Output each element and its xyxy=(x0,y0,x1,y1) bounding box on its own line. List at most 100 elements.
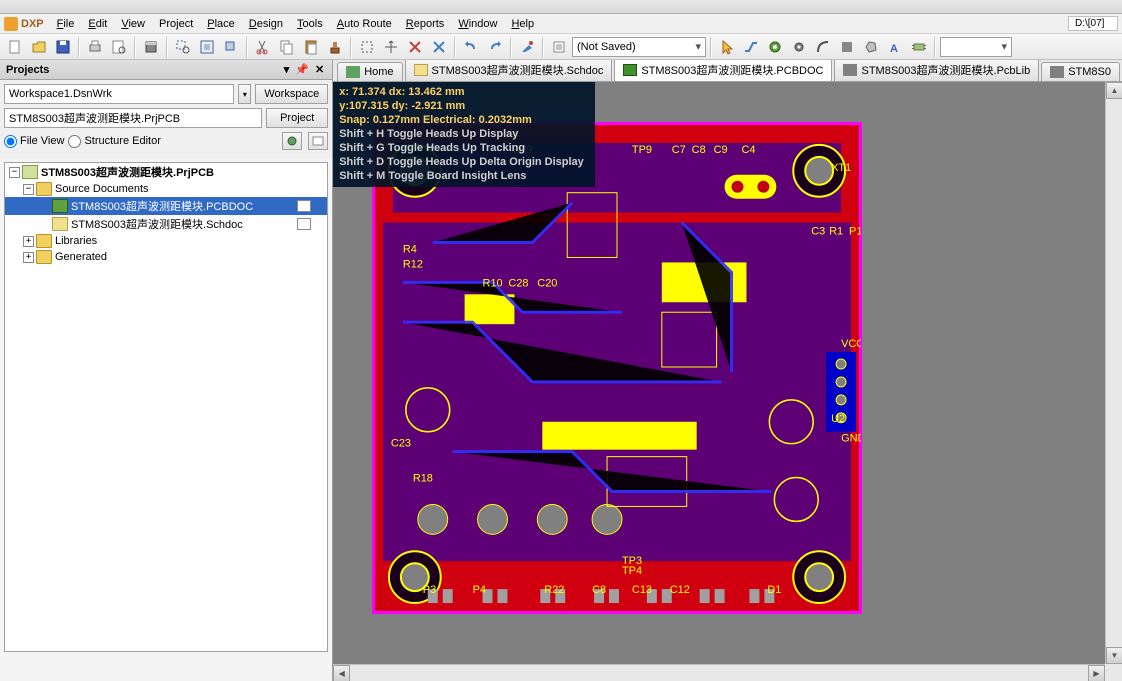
panel-option2-button[interactable] xyxy=(308,132,328,150)
library-button[interactable] xyxy=(140,36,162,58)
tree-label: Source Documents xyxy=(55,183,149,195)
file-view-radio[interactable]: File View xyxy=(4,135,64,148)
via-button[interactable] xyxy=(788,36,810,58)
print-button[interactable] xyxy=(84,36,106,58)
menu-reports[interactable]: Reports xyxy=(399,16,452,32)
filter-combo[interactable]: (Not Saved) ▾ xyxy=(572,37,706,57)
deselect-button[interactable] xyxy=(404,36,426,58)
project-input[interactable] xyxy=(4,108,262,128)
design-rules-button[interactable] xyxy=(548,36,570,58)
cursor-button[interactable] xyxy=(716,36,738,58)
scroll-right-button[interactable]: ▶ xyxy=(1088,665,1105,681)
collapse-icon[interactable]: − xyxy=(23,184,34,195)
svg-text:C12: C12 xyxy=(670,584,690,596)
project-button[interactable]: Project xyxy=(266,108,328,128)
redo-button[interactable] xyxy=(484,36,506,58)
track-button[interactable] xyxy=(740,36,762,58)
hud-hint-h: Shift + H Toggle Heads Up Display xyxy=(339,127,587,141)
projects-panel-title: Projects xyxy=(6,64,49,76)
crossprobe-button[interactable] xyxy=(516,36,538,58)
svg-text:P4: P4 xyxy=(473,584,486,596)
menu-file[interactable]: File xyxy=(50,16,82,32)
pcb-board[interactable]: C29TP9C7C8C9C4 XT1 R4R12 R10C28C20 C3R1P… xyxy=(372,122,862,614)
workspace-button[interactable]: Workspace xyxy=(255,84,328,104)
arc-button[interactable] xyxy=(812,36,834,58)
tab-schdoc[interactable]: STM8S003超声波测距模块.Schdoc xyxy=(405,60,613,81)
grid-combo[interactable]: ▾ xyxy=(940,37,1012,57)
tab-pcbdoc[interactable]: STM8S003超声波测距模块.PCBDOC xyxy=(614,60,832,81)
menu-window[interactable]: Window xyxy=(451,16,504,32)
projects-panel-header: Projects ▾ 📌 ✕ xyxy=(0,60,332,80)
panel-pin-icon[interactable]: 📌 xyxy=(293,63,311,76)
fill-button[interactable] xyxy=(836,36,858,58)
pcb-canvas[interactable]: C29TP9C7C8C9C4 XT1 R4R12 R10C28C20 C3R1P… xyxy=(333,82,1122,681)
scroll-down-button[interactable]: ▼ xyxy=(1106,647,1122,664)
tab-label: STM8S003超声波测距模块.PcbLib xyxy=(861,62,1030,78)
tab-label: STM8S0 xyxy=(1068,66,1111,78)
menu-autoroute[interactable]: Auto Route xyxy=(330,16,399,32)
move-button[interactable] xyxy=(380,36,402,58)
tree-pcbdoc[interactable]: STM8S003超声波测距模块.PCBDOC xyxy=(5,197,327,215)
select-button[interactable] xyxy=(356,36,378,58)
expand-icon[interactable]: + xyxy=(23,236,34,247)
project-tree[interactable]: − STM8S003超声波测距模块.PrjPCB − Source Docume… xyxy=(4,162,328,652)
svg-text:D1: D1 xyxy=(768,584,782,596)
clear-button[interactable] xyxy=(428,36,450,58)
svg-text:R4: R4 xyxy=(403,243,417,255)
path-field[interactable] xyxy=(1068,16,1118,31)
string-button[interactable]: A xyxy=(884,36,906,58)
hud-hint-g: Shift + G Toggle Heads Up Tracking xyxy=(339,141,587,155)
scroll-up-button[interactable]: ▲ xyxy=(1106,82,1122,99)
undo-button[interactable] xyxy=(460,36,482,58)
workspace-dropdown[interactable]: ▾ xyxy=(238,84,251,104)
cut-button[interactable] xyxy=(252,36,274,58)
tree-libraries[interactable]: + Libraries xyxy=(5,233,327,249)
dxp-logo[interactable]: DXP xyxy=(4,17,44,31)
copy-button[interactable] xyxy=(276,36,298,58)
workspace-input[interactable] xyxy=(4,84,234,104)
tree-label: STM8S003超声波测距模块.PCBDOC xyxy=(71,198,253,214)
menu-help[interactable]: Help xyxy=(504,16,541,32)
svg-text:C20: C20 xyxy=(538,277,558,289)
tree-project-root[interactable]: − STM8S003超声波测距模块.PrjPCB xyxy=(5,163,327,181)
menu-place[interactable]: Place xyxy=(200,16,242,32)
component-button[interactable] xyxy=(908,36,930,58)
svg-text:C13: C13 xyxy=(632,584,652,596)
zoom-fit-button[interactable] xyxy=(196,36,218,58)
horizontal-scrollbar[interactable]: ◀ ▶ xyxy=(333,664,1105,681)
expand-icon[interactable]: + xyxy=(23,252,34,263)
save-button[interactable] xyxy=(52,36,74,58)
workspace: Projects ▾ 📌 ✕ ▾ Workspace Project File … xyxy=(0,60,1122,681)
new-button[interactable] xyxy=(4,36,26,58)
filter-combo-text: (Not Saved) xyxy=(577,41,636,53)
svg-text:C4: C4 xyxy=(742,144,756,156)
collapse-icon[interactable]: − xyxy=(9,167,20,178)
rubber-stamp-button[interactable] xyxy=(324,36,346,58)
panel-close-icon[interactable]: ✕ xyxy=(313,63,326,76)
tree-schdoc[interactable]: STM8S003超声波测距模块.Schdoc xyxy=(5,215,327,233)
scroll-left-button[interactable]: ◀ xyxy=(333,665,350,681)
tree-source-documents[interactable]: − Source Documents xyxy=(5,181,327,197)
panel-dropdown-icon[interactable]: ▾ xyxy=(282,63,292,76)
menu-view[interactable]: View xyxy=(114,16,152,32)
zoom-area-button[interactable] xyxy=(172,36,194,58)
menu-tools[interactable]: Tools xyxy=(290,16,330,32)
vertical-scrollbar[interactable]: ▲ ▼ xyxy=(1105,82,1122,664)
tab-pcblib[interactable]: STM8S003超声波测距模块.PcbLib xyxy=(834,60,1039,81)
polygon-button[interactable] xyxy=(860,36,882,58)
tab-label: STM8S003超声波测距模块.Schdoc xyxy=(432,62,604,78)
panel-option1-button[interactable] xyxy=(282,132,302,150)
menubar: DXP File Edit View Project Place Design … xyxy=(0,14,1122,34)
tree-generated[interactable]: + Generated xyxy=(5,249,327,265)
menu-design[interactable]: Design xyxy=(242,16,290,32)
open-button[interactable] xyxy=(28,36,50,58)
tab-home[interactable]: Home xyxy=(337,62,402,81)
preview-button[interactable] xyxy=(108,36,130,58)
paste-button[interactable] xyxy=(300,36,322,58)
pad-button[interactable] xyxy=(764,36,786,58)
menu-edit[interactable]: Edit xyxy=(81,16,114,32)
menu-project[interactable]: Project xyxy=(152,16,200,32)
tab-lib2[interactable]: STM8S0 xyxy=(1041,62,1120,81)
zoom-selected-button[interactable] xyxy=(220,36,242,58)
structure-editor-radio[interactable]: Structure Editor xyxy=(68,135,160,148)
